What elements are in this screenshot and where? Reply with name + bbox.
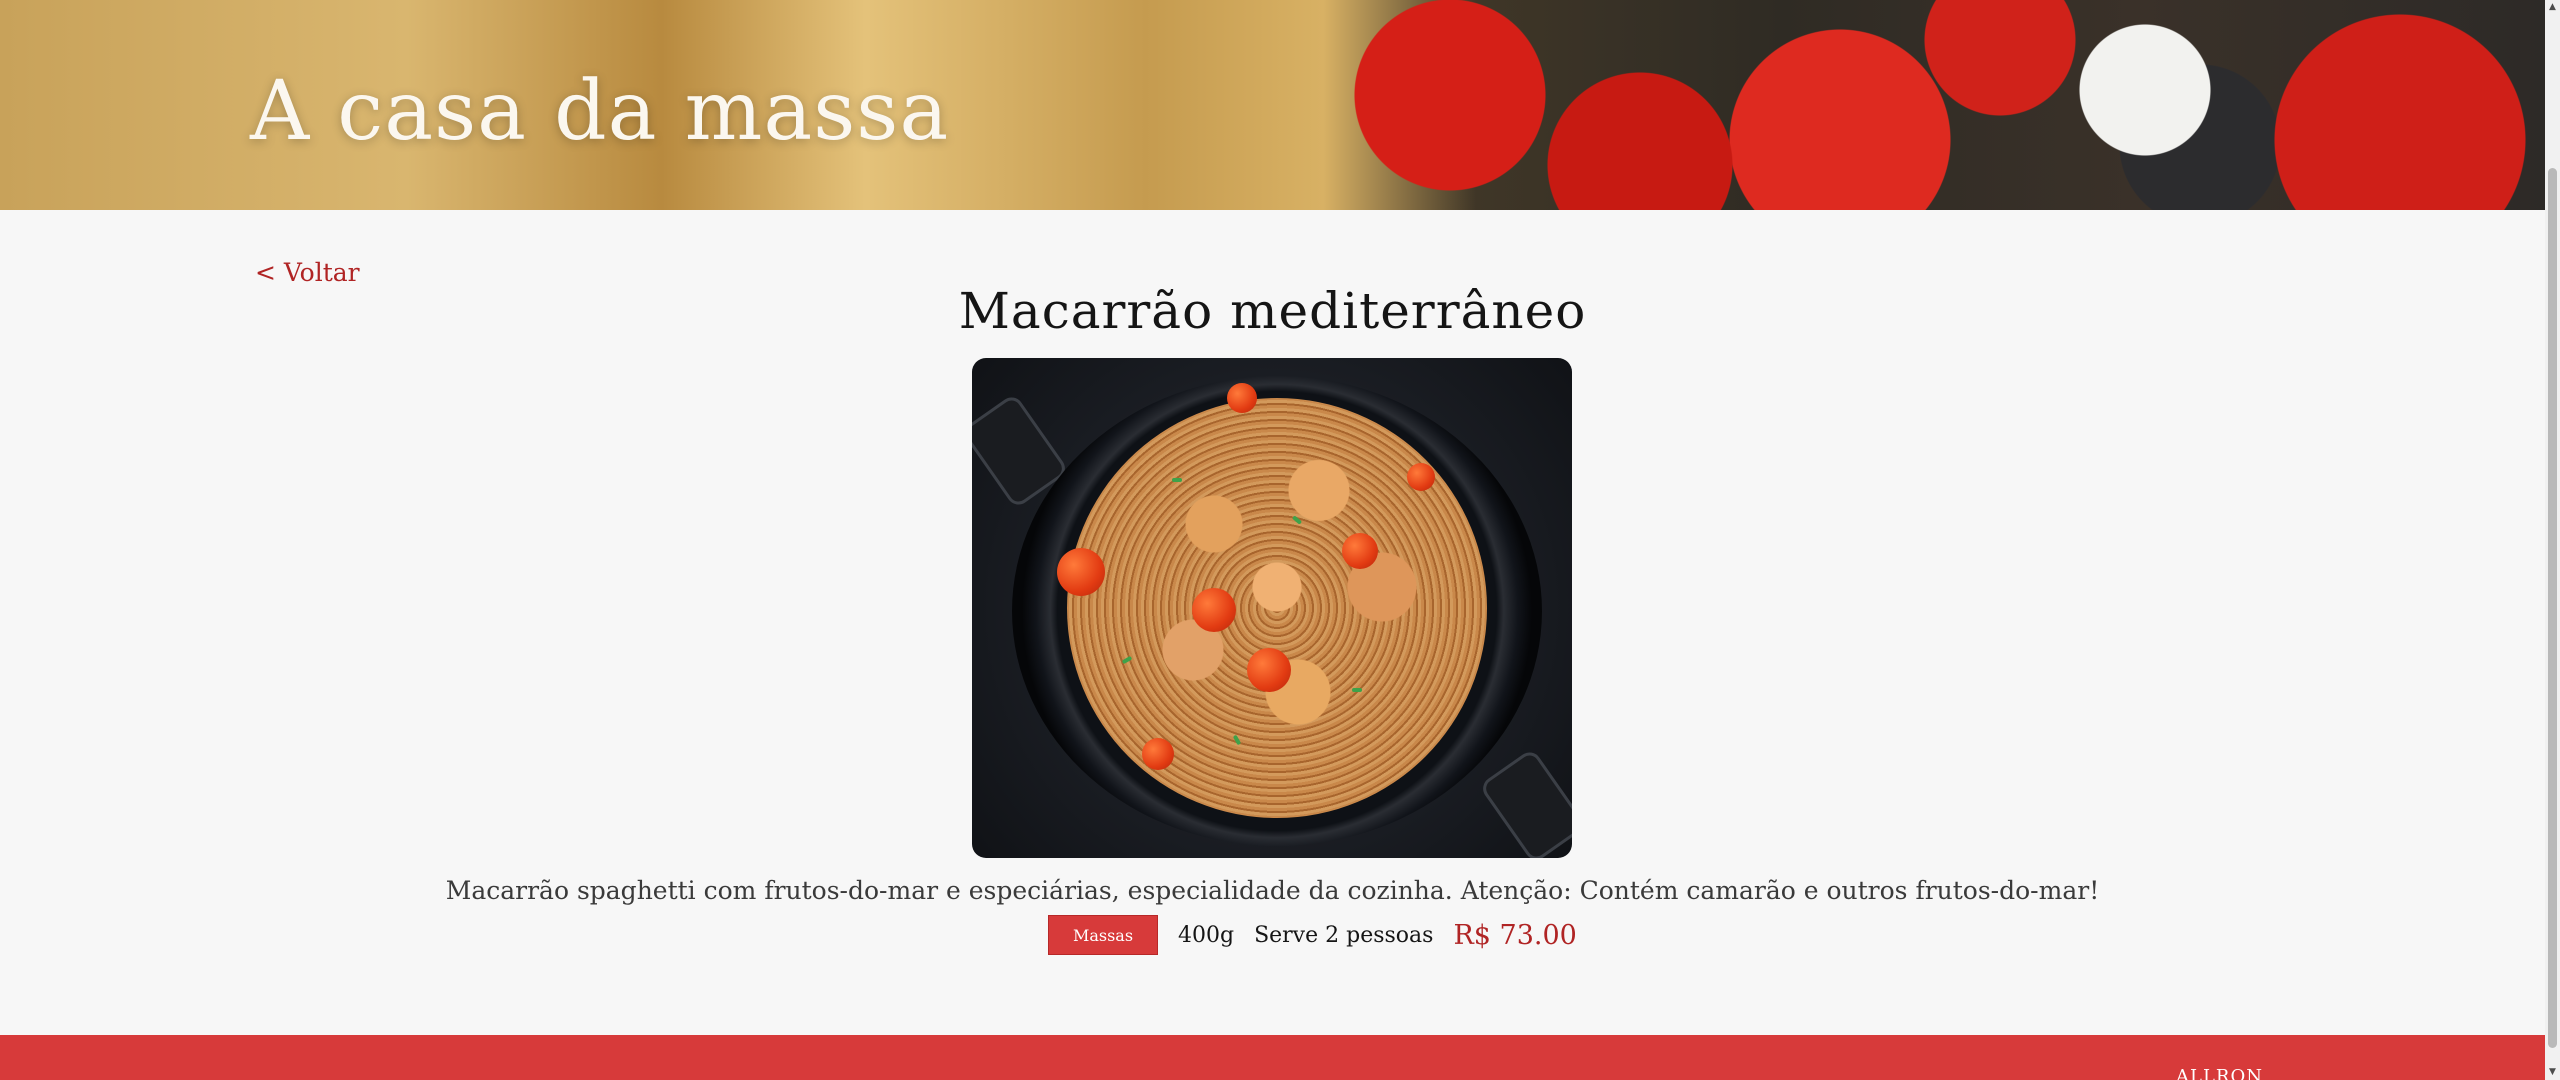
header-banner: A casa da massa [0,0,2545,210]
dish-image [972,358,1572,858]
dish-info-row: Massas 400g Serve 2 pessoas R$ 73.00 [1048,915,1577,955]
herb [1172,478,1182,482]
pasta [1067,398,1487,818]
tomato [1142,738,1174,770]
scrollbar[interactable]: ▲ ▼ [2545,0,2560,1080]
scroll-up-icon[interactable]: ▲ [2545,0,2560,15]
page: A casa da massa < Voltar Macarrão medite… [0,0,2560,1080]
tomato [1407,463,1435,491]
dish-title: Macarrão mediterrâneo [958,282,1587,340]
dish-weight: 400g [1178,922,1235,948]
scroll-thumb[interactable] [2548,168,2557,1048]
category-badge[interactable]: Massas [1048,915,1158,955]
pan-handle-right [1478,747,1572,858]
tomato [1057,548,1105,596]
tomato [1227,383,1257,413]
tomato [1192,588,1236,632]
site-title: A casa da massa [250,63,950,159]
footer: ALLRON [0,1035,2545,1080]
footer-text: ALLRON [2176,1066,2263,1080]
herb [1352,688,1362,692]
dish-serves: Serve 2 pessoas [1254,922,1434,948]
tomato [1342,533,1378,569]
scroll-down-icon[interactable]: ▼ [2545,1065,2560,1080]
dish-price: R$ 73.00 [1453,919,1577,951]
tomato [1247,648,1291,692]
dish-description: Macarrão spaghetti com frutos-do-mar e e… [445,876,2100,905]
